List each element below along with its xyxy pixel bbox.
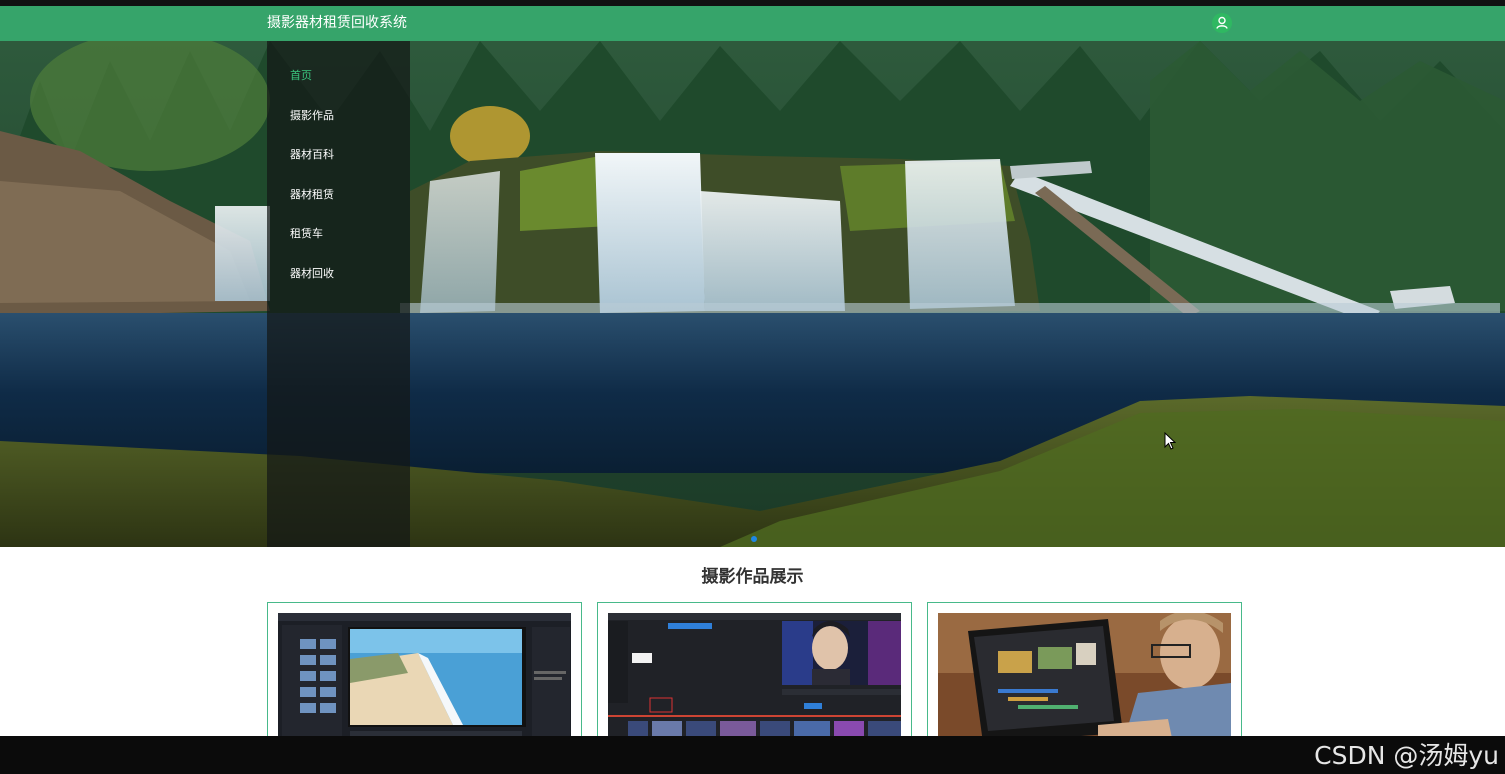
showcase-card[interactable] xyxy=(597,602,912,747)
nav-item-rental-cart[interactable]: 租赁车 xyxy=(290,227,323,241)
csdn-watermark: CSDN @汤姆yu xyxy=(1314,741,1499,770)
showcase-thumbnail-video-editor[interactable] xyxy=(608,613,901,743)
showcase-thumbnail-laptop-editing[interactable] xyxy=(938,613,1231,743)
showcase-card[interactable] xyxy=(927,602,1242,747)
side-nav-menu: 首页 摄影作品 器材百科 器材租赁 租赁车 器材回收 xyxy=(267,41,410,547)
nav-item-photography-works[interactable]: 摄影作品 xyxy=(290,109,334,123)
carousel-indicator-dot[interactable] xyxy=(751,536,757,542)
top-header: 摄影器材租赁回收系统 xyxy=(0,6,1505,41)
showcase-thumbnail-photo-editor[interactable] xyxy=(278,613,571,743)
video-bottom-bar: CSDN @汤姆yu xyxy=(0,736,1505,774)
nav-item-home[interactable]: 首页 xyxy=(290,69,312,83)
user-icon[interactable] xyxy=(1212,13,1232,33)
nav-item-equipment-rental[interactable]: 器材租赁 xyxy=(290,188,334,202)
showcase-title: 摄影作品展示 xyxy=(701,567,804,587)
nav-item-equipment-recycling[interactable]: 器材回收 xyxy=(290,267,334,281)
mouse-cursor-icon xyxy=(1164,432,1176,450)
hero-banner[interactable] xyxy=(0,41,1505,547)
site-title: 摄影器材租赁回收系统 xyxy=(267,15,407,31)
showcase-card[interactable] xyxy=(267,602,582,747)
nav-item-equipment-wiki[interactable]: 器材百科 xyxy=(290,148,334,162)
